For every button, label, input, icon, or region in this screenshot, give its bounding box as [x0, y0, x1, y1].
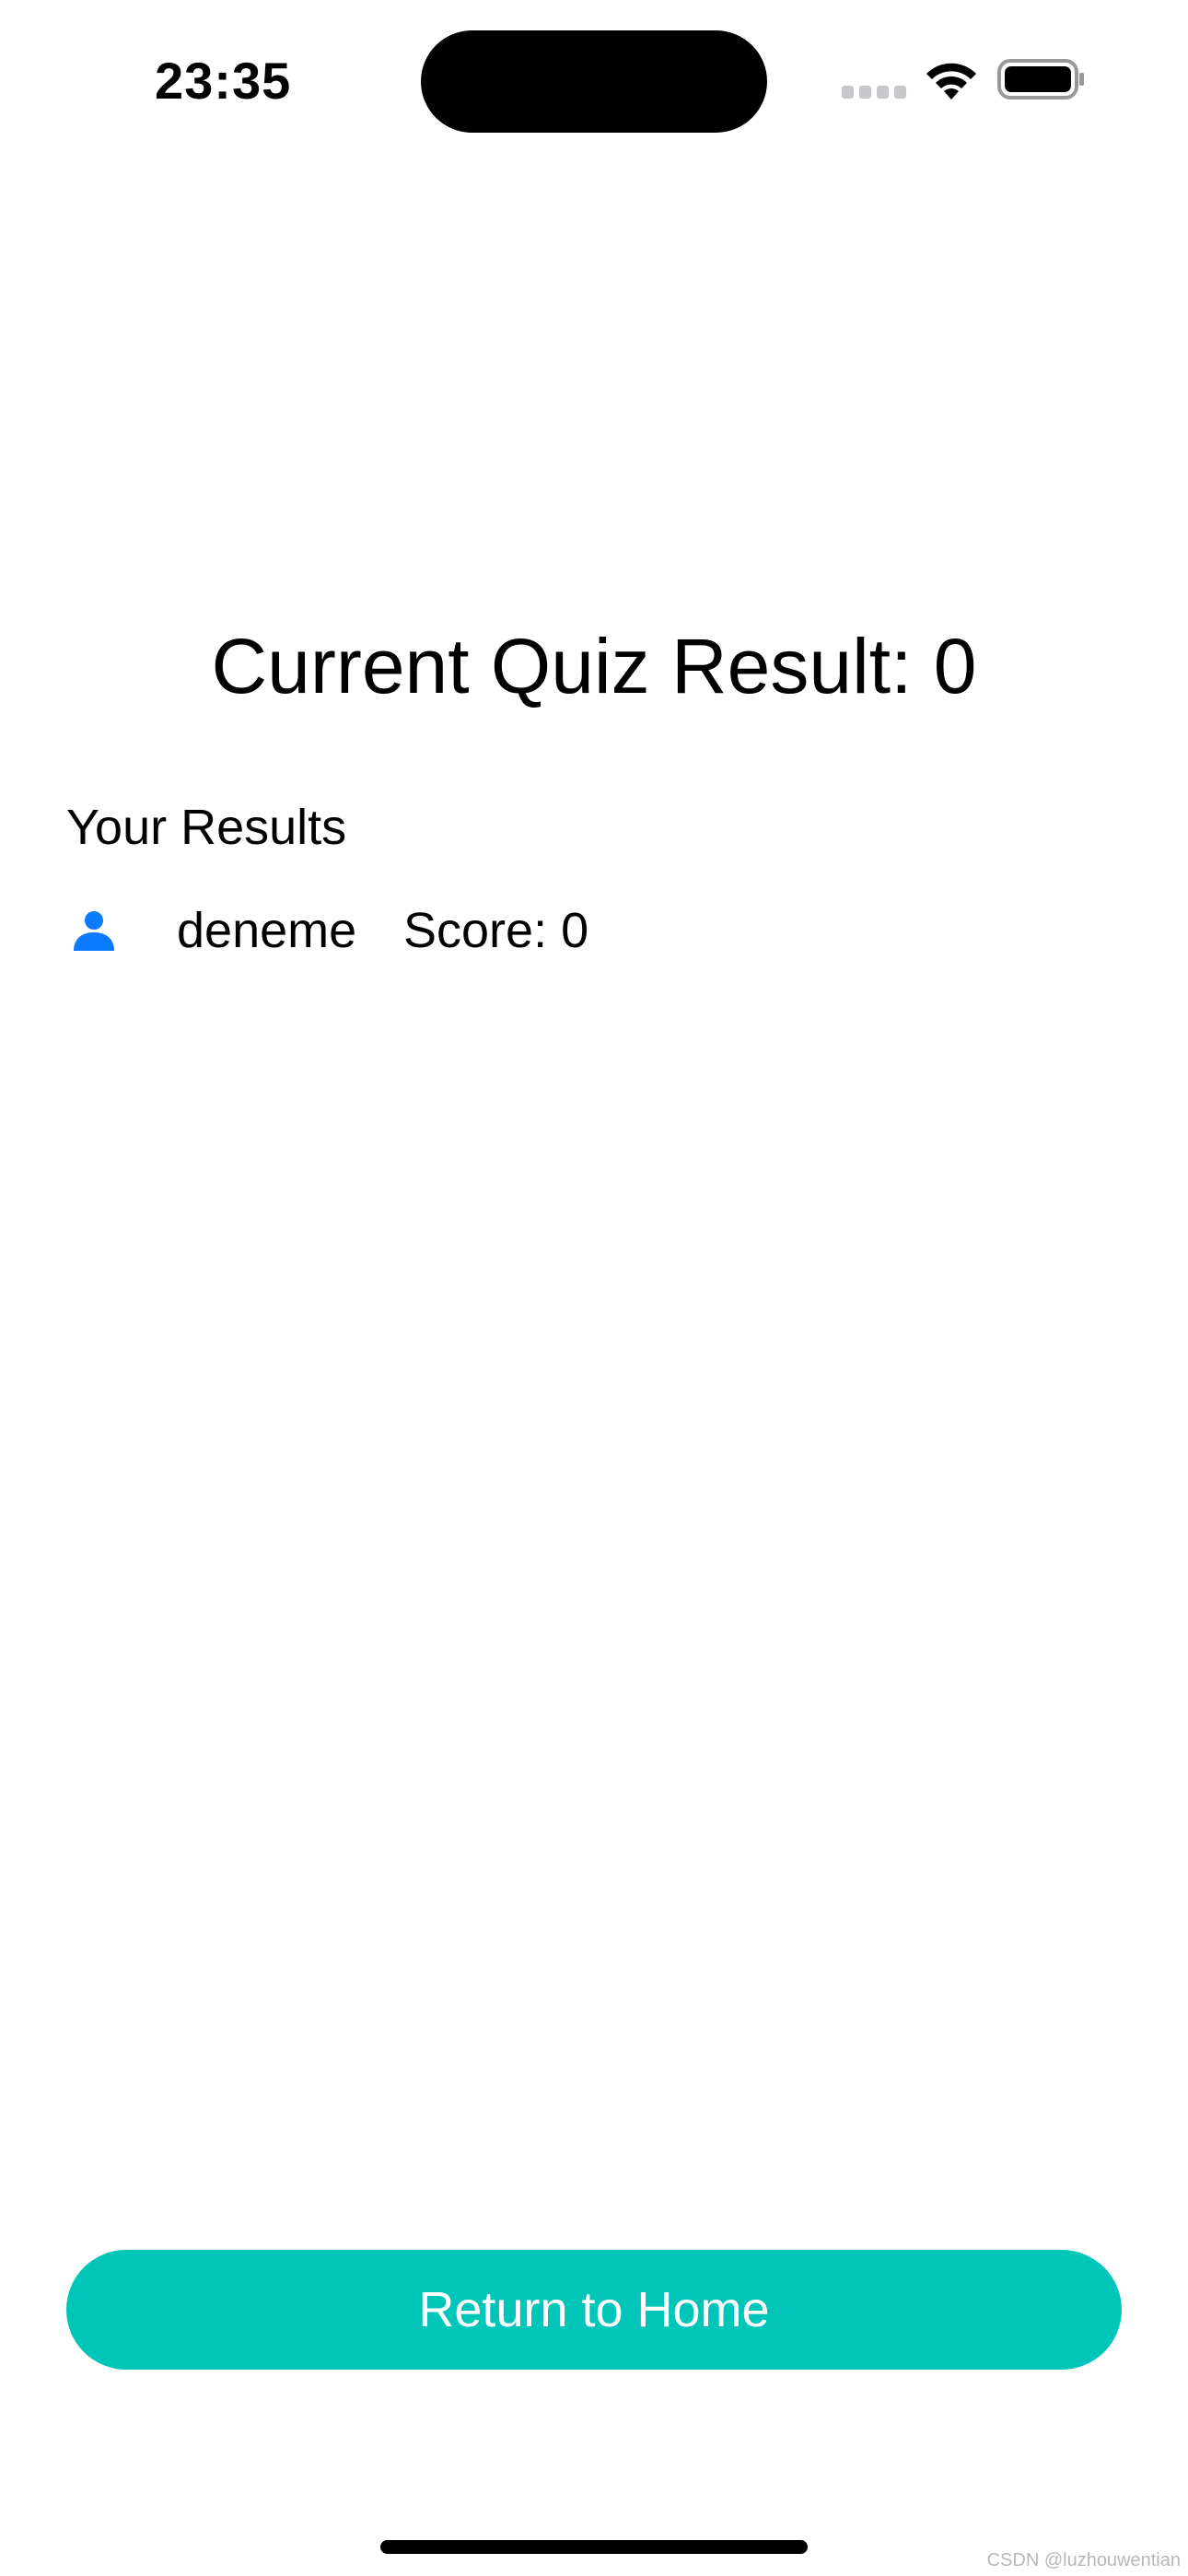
your-results-heading: Your Results: [66, 800, 347, 855]
return-to-home-button[interactable]: Return to Home: [66, 2250, 1122, 2370]
dynamic-island: [421, 30, 767, 133]
result-row: deneme Score: 0: [66, 894, 1116, 967]
result-username: deneme: [177, 903, 357, 958]
person-icon: [74, 911, 114, 951]
result-score: Score: 0: [403, 903, 589, 958]
cellular-signal-icon: [842, 86, 906, 99]
wifi-icon: [926, 63, 976, 100]
home-indicator[interactable]: [380, 2540, 808, 2554]
battery-icon: [997, 59, 1084, 100]
status-time: 23:35: [155, 52, 292, 110]
watermark-text: CSDN @luzhouwentian: [986, 2550, 1181, 2570]
current-quiz-result: Current Quiz Result: 0: [211, 623, 977, 709]
